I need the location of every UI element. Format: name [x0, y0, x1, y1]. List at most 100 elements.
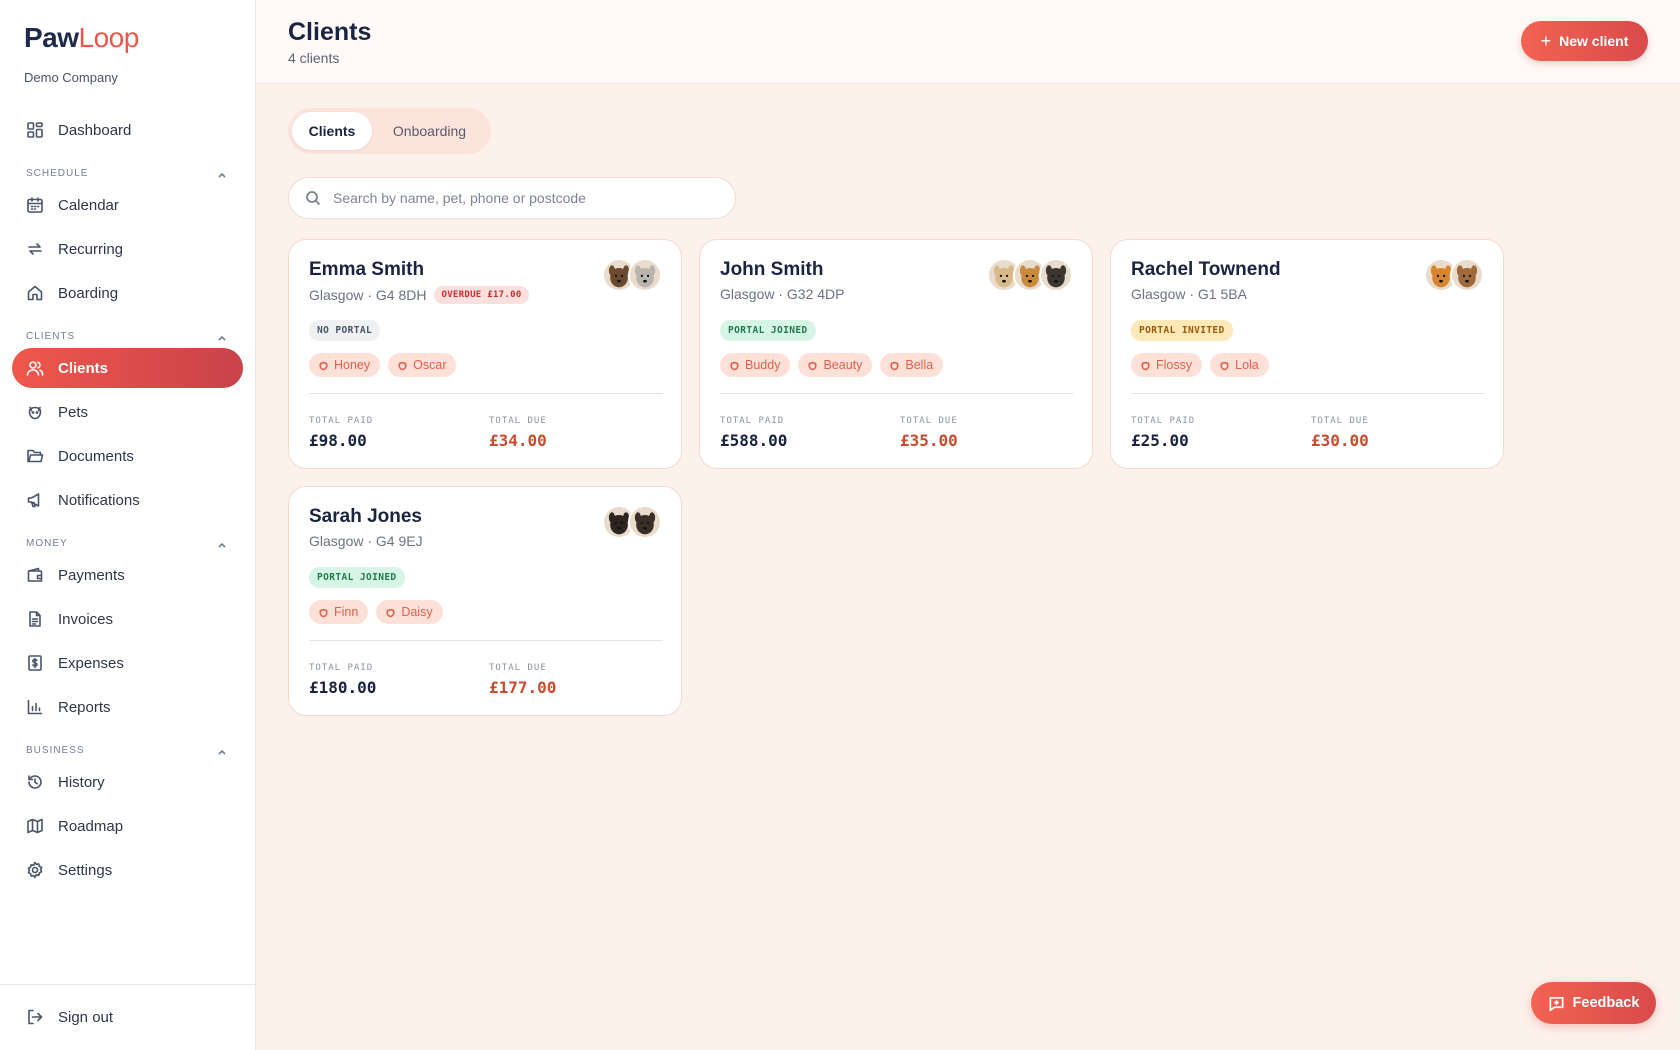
card-divider [309, 640, 663, 641]
section-label-money: MONEY [26, 538, 68, 549]
sidebar-item-dashboard[interactable]: Dashboard [12, 110, 243, 150]
chevron-up-icon[interactable] [216, 538, 228, 550]
sidebar-item-pets[interactable]: Pets [12, 392, 243, 432]
pet-chip[interactable]: Beauty [798, 353, 873, 377]
home-icon [26, 284, 44, 302]
search-icon [306, 191, 321, 206]
pet-list: Honey Oscar [309, 353, 457, 377]
sign-out-label: Sign out [58, 1008, 114, 1026]
total-due-label: TOTAL DUE [489, 663, 547, 673]
chevron-up-icon[interactable] [216, 168, 228, 180]
client-card[interactable]: Rachel Townend Glasgow · G1 5BA PORTAL INV… [1110, 239, 1504, 469]
sidebar-item-calendar[interactable]: Calendar [12, 185, 243, 225]
pet-avatars [987, 258, 1073, 292]
client-name: John Smith [720, 259, 824, 280]
total-due-value: £30.00 [1311, 431, 1369, 450]
client-location: Glasgow · G1 5BA [1131, 286, 1247, 302]
file-icon [26, 610, 44, 628]
pet-chip[interactable]: Daisy [376, 600, 443, 624]
recurring-icon [26, 240, 44, 258]
sidebar-item-label: History [58, 773, 105, 791]
paw-icon [26, 403, 44, 421]
sidebar-item-label: Roadmap [58, 817, 124, 835]
paw-icon [397, 360, 413, 371]
sidebar-item-expenses[interactable]: Expenses [12, 643, 243, 683]
total-due-value: £35.00 [900, 431, 958, 450]
sidebar-item-label: Settings [58, 861, 113, 879]
sidebar-item-payments[interactable]: Payments [12, 555, 243, 595]
brand-logo[interactable]: Paw Loop [24, 22, 139, 54]
sidebar-item-documents[interactable]: Documents [12, 436, 243, 476]
total-due-label: TOTAL DUE [489, 416, 547, 426]
portal-status-badge: PORTAL INVITED [1131, 320, 1233, 341]
client-location-row: Glasgow · G4 9EJ [309, 533, 423, 549]
pet-avatar[interactable] [628, 258, 662, 292]
gear-icon [26, 861, 44, 879]
paw-icon [1140, 360, 1156, 371]
section-label-business: BUSINESS [26, 745, 85, 756]
pet-list: Buddy Beauty Bella [720, 353, 944, 377]
chevron-up-icon[interactable] [216, 745, 228, 757]
feedback-icon [1549, 996, 1564, 1012]
paw-icon [318, 360, 334, 371]
pet-avatar[interactable] [1039, 258, 1073, 292]
folder-icon [26, 447, 44, 465]
client-card[interactable]: Emma Smith Glasgow · G4 8DH OVERDUE £17.00… [288, 239, 682, 469]
sidebar-item-invoices[interactable]: Invoices [12, 599, 243, 639]
sidebar-item-recurring[interactable]: Recurring [12, 229, 243, 269]
sidebar-item-label: Pets [58, 403, 89, 421]
sidebar-item-notifications[interactable]: Notifications [12, 480, 243, 520]
megaphone-icon [26, 491, 44, 509]
paw-icon [1219, 360, 1235, 371]
total-paid-value: £588.00 [720, 431, 788, 450]
pet-avatar[interactable] [628, 505, 662, 539]
pet-chip[interactable]: Lola [1210, 353, 1269, 377]
sidebar-item-settings[interactable]: Settings [12, 850, 243, 890]
client-card[interactable]: Sarah Jones Glasgow · G4 9EJ PORTAL JOINED… [288, 486, 682, 716]
pet-name: Bella [905, 358, 934, 372]
sign-out-button[interactable]: Sign out [12, 997, 243, 1037]
new-client-button[interactable]: + New client [1521, 21, 1648, 61]
client-location-row: Glasgow · G1 5BA [1131, 286, 1247, 302]
sidebar: Paw Loop Demo Company Dashboard SCHEDULE … [0, 0, 256, 1050]
pet-name: Daisy [401, 605, 433, 619]
map-icon [26, 817, 44, 835]
sidebar-item-history[interactable]: History [12, 762, 243, 802]
pet-chip[interactable]: Finn [309, 600, 369, 624]
pet-name: Finn [334, 605, 359, 619]
total-paid-label: TOTAL PAID [1131, 416, 1196, 426]
pet-chip[interactable]: Oscar [388, 353, 457, 377]
pet-chip[interactable]: Honey [309, 353, 381, 377]
client-card[interactable]: John Smith Glasgow · G32 4DP PORTAL JOINED… [699, 239, 1093, 469]
pet-avatars [602, 505, 662, 539]
pet-name: Buddy [745, 358, 781, 372]
sidebar-item-roadmap[interactable]: Roadmap [12, 806, 243, 846]
sidebar-item-reports[interactable]: Reports [12, 687, 243, 727]
pet-chip[interactable]: Bella [880, 353, 944, 377]
sidebar-divider [0, 984, 256, 985]
chevron-up-icon[interactable] [216, 331, 228, 343]
pet-chip[interactable]: Flossy [1131, 353, 1203, 377]
paw-icon [385, 607, 401, 618]
card-divider [1131, 393, 1485, 394]
paw-icon [729, 360, 745, 371]
sidebar-item-clients[interactable]: Clients [12, 348, 243, 388]
sidebar-item-label: Documents [58, 447, 134, 465]
feedback-button[interactable]: Feedback [1531, 982, 1656, 1024]
portal-status-badge: PORTAL JOINED [309, 567, 405, 588]
sidebar-item-boarding[interactable]: Boarding [12, 273, 243, 313]
tab-clients[interactable]: Clients [292, 112, 372, 150]
sidebar-item-label: Dashboard [58, 121, 132, 139]
pet-avatar[interactable] [1450, 258, 1484, 292]
pet-avatars [1424, 258, 1484, 292]
client-location: Glasgow · G4 9EJ [309, 533, 423, 549]
search-box [288, 177, 736, 219]
total-due-label: TOTAL DUE [1311, 416, 1369, 426]
pet-chip[interactable]: Buddy [720, 353, 791, 377]
sidebar-item-label: Invoices [58, 610, 114, 628]
plus-icon: + [1540, 31, 1552, 51]
search-input[interactable] [333, 190, 713, 206]
tab-onboarding[interactable]: Onboarding [372, 112, 487, 150]
pet-name: Oscar [413, 358, 447, 372]
total-paid-value: £180.00 [309, 678, 377, 697]
